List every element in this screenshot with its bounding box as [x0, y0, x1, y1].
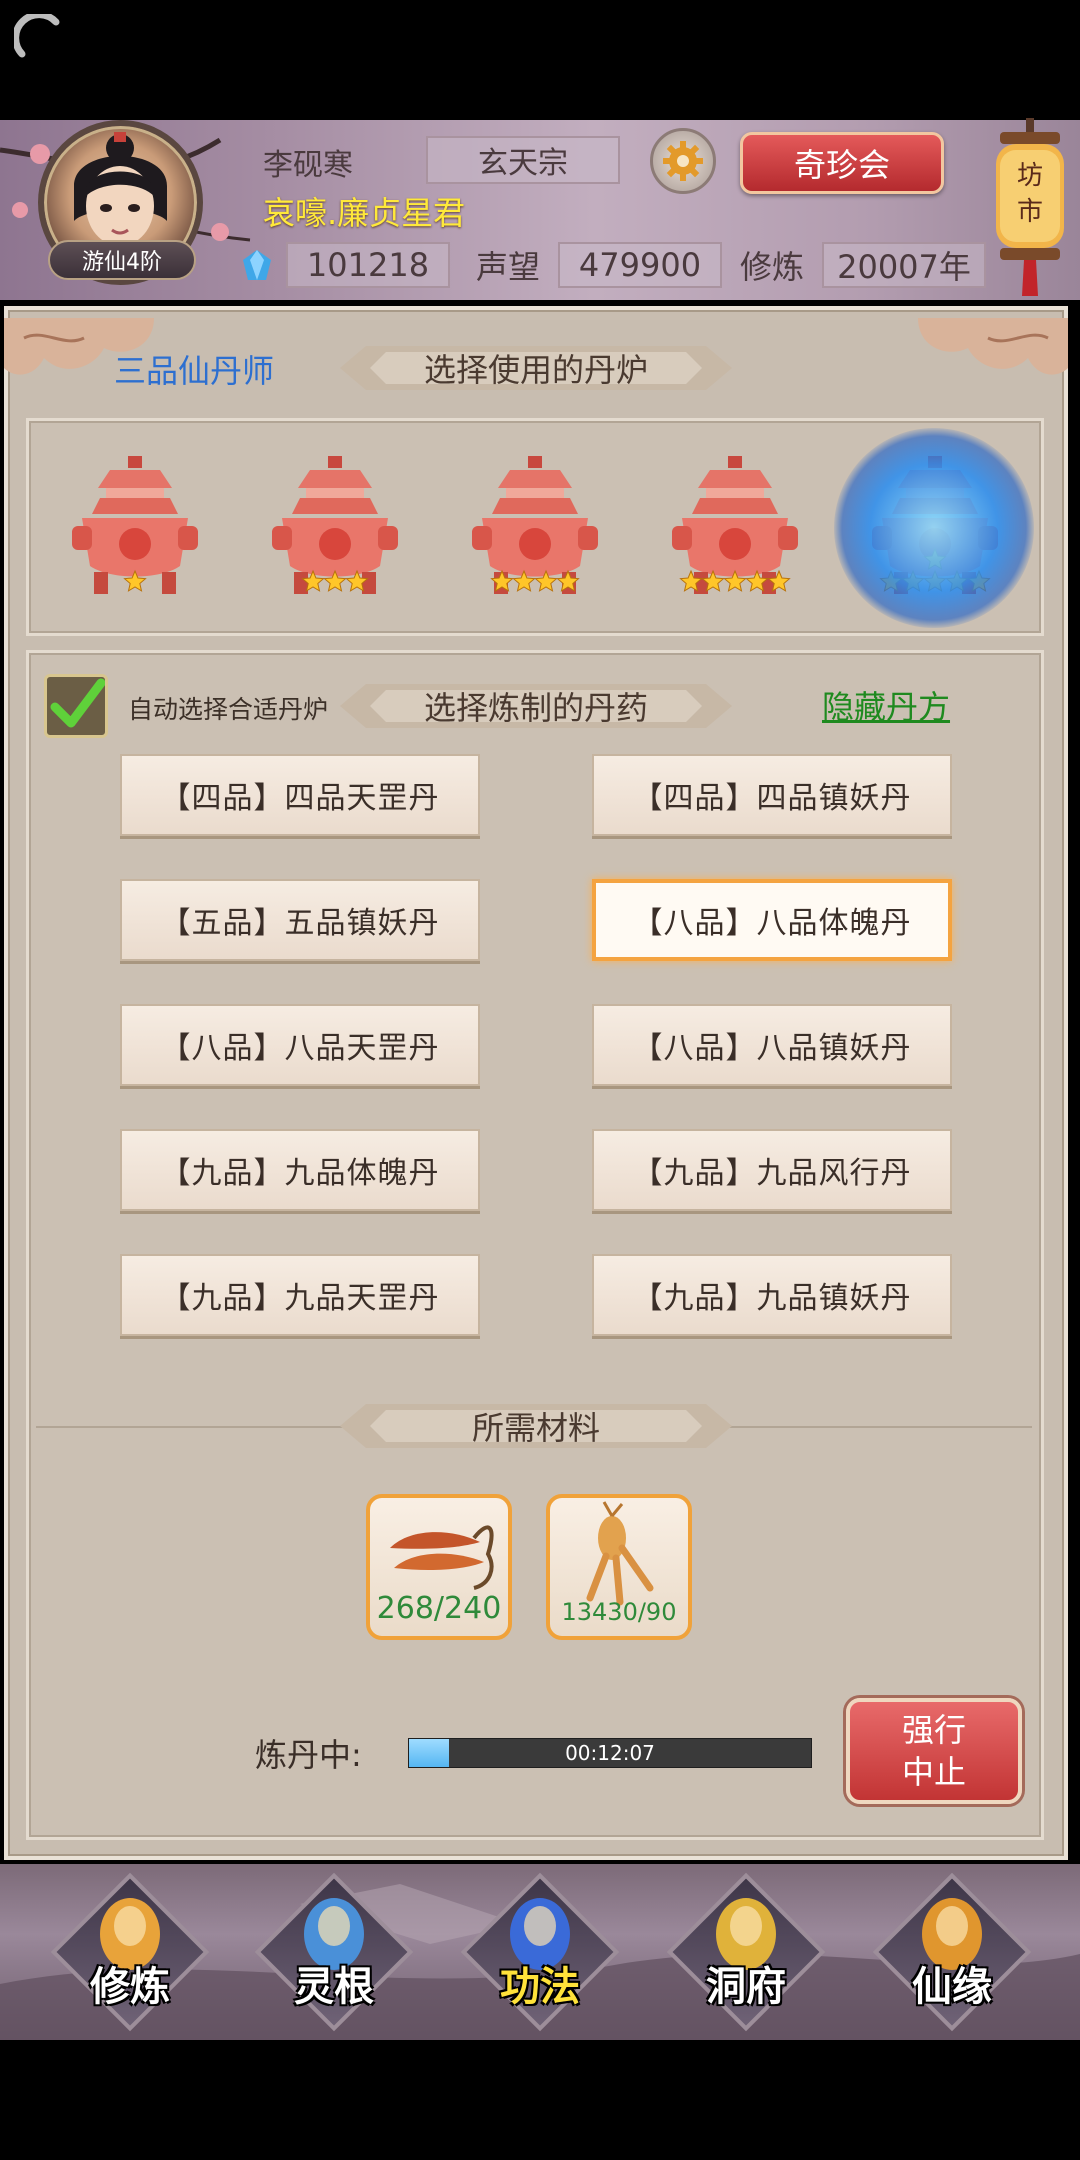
- materials-section-title: 所需材料: [340, 1398, 732, 1454]
- furnace-section-title-text: 选择使用的丹炉: [423, 351, 648, 389]
- material-count: 13430/90: [561, 1598, 677, 1626]
- pill-recipe-button[interactable]: 【八品】八品天罡丹: [120, 1004, 480, 1086]
- nav-item-cultivate[interactable]: 修炼: [50, 1872, 210, 2032]
- furnace-option[interactable]: [260, 448, 410, 608]
- nav-item-label: 灵根: [294, 1964, 374, 2010]
- gear-icon: [663, 141, 703, 181]
- nav-item-cave-residence[interactable]: 洞府: [666, 1872, 826, 2032]
- pill-recipe-button[interactable]: 【四品】四品天罡丹: [120, 754, 480, 836]
- pill-recipe-button[interactable]: 【九品】九品风行丹: [592, 1129, 952, 1211]
- reputation-label: 声望: [476, 248, 541, 286]
- nav-item-technique-book[interactable]: 功法: [460, 1872, 620, 2032]
- nav-item-label: 功法: [500, 1964, 580, 2010]
- force-stop-line-2: 中止: [901, 1753, 966, 1791]
- loading-spinner-icon: [14, 14, 60, 58]
- pill-section-title-text: 选择炼制的丹药: [423, 689, 648, 727]
- force-stop-line-1: 强行: [901, 1711, 966, 1749]
- furnace-icon: [272, 456, 398, 594]
- nav-item-spirit-root[interactable]: 灵根: [254, 1872, 414, 2032]
- material-slot[interactable]: 268/240: [366, 1494, 512, 1640]
- force-stop-button[interactable]: 强行 中止: [846, 1698, 1022, 1804]
- sect-name: 玄天宗: [426, 136, 620, 184]
- material-count: 268/240: [376, 1591, 502, 1626]
- cloud-ornament-right: [918, 318, 1068, 375]
- pill-recipe-button[interactable]: 【四品】四品镇妖丹: [592, 754, 952, 836]
- furnace-option[interactable]: [60, 448, 210, 608]
- hide-recipes-link[interactable]: 隐藏丹方: [822, 682, 950, 728]
- nav-item-label: 修炼: [90, 1964, 170, 2010]
- player-name: 李砚寒: [263, 148, 353, 183]
- refining-progress-bar: 00:12:07: [408, 1738, 812, 1768]
- furnace-icon: [672, 456, 798, 594]
- auto-select-checkbox[interactable]: [44, 674, 108, 738]
- player-title: 哀嚎.廉贞星君: [263, 194, 466, 232]
- cultivation-value: 20007年: [822, 242, 986, 288]
- furnace-option[interactable]: [834, 428, 1034, 628]
- pill-recipe-button[interactable]: 【九品】九品镇妖丹: [592, 1254, 952, 1336]
- spirit-stone-count: 101218: [286, 242, 450, 288]
- furnace-icon: [472, 456, 598, 594]
- furnace-icon: [72, 456, 198, 594]
- furnace-section-title: 选择使用的丹炉: [340, 340, 732, 396]
- refining-time-remaining: 00:12:07: [565, 1741, 655, 1765]
- cultivation-label: 修炼: [740, 248, 805, 286]
- market-label-2: 市: [1017, 197, 1043, 227]
- pill-recipe-button[interactable]: 【八品】八品体魄丹: [592, 879, 952, 961]
- spirit-stone-icon: [243, 250, 271, 280]
- nav-item-label: 洞府: [706, 1964, 786, 2010]
- nav-item-gourd[interactable]: 仙缘: [872, 1872, 1032, 2032]
- alchemist-grade: 三品仙丹师: [114, 352, 275, 390]
- refining-status-label: 炼丹中:: [255, 1736, 362, 1774]
- reputation-value: 479900: [558, 242, 722, 288]
- ginseng-icon: [586, 1501, 654, 1606]
- auto-select-label: 自动选择合适丹炉: [128, 695, 329, 724]
- pill-recipe-button[interactable]: 【九品】九品天罡丹: [120, 1254, 480, 1336]
- nav-item-label: 仙缘: [912, 1964, 992, 2010]
- rank-badge: 游仙4阶: [48, 240, 196, 280]
- pill-recipe-button[interactable]: 【五品】五品镇妖丹: [120, 879, 480, 961]
- furnace-option[interactable]: [460, 448, 610, 608]
- furnace-selected-glow: [834, 428, 1034, 628]
- checkmark-icon: [50, 678, 106, 728]
- pill-recipe-button[interactable]: 【八品】八品镇妖丹: [592, 1004, 952, 1086]
- pill-section-title: 选择炼制的丹药: [340, 678, 732, 734]
- market-label: 坊: [1017, 161, 1043, 191]
- treasure-auction-button[interactable]: 奇珍会: [740, 132, 944, 194]
- pill-recipe-button[interactable]: 【九品】九品体魄丹: [120, 1129, 480, 1211]
- settings-button[interactable]: [650, 128, 716, 194]
- market-lantern-button[interactable]: 坊 市: [990, 118, 1070, 298]
- furnace-option[interactable]: [660, 448, 810, 608]
- material-slot[interactable]: 13430/90: [546, 1494, 692, 1640]
- materials-section-title-text: 所需材料: [471, 1409, 600, 1447]
